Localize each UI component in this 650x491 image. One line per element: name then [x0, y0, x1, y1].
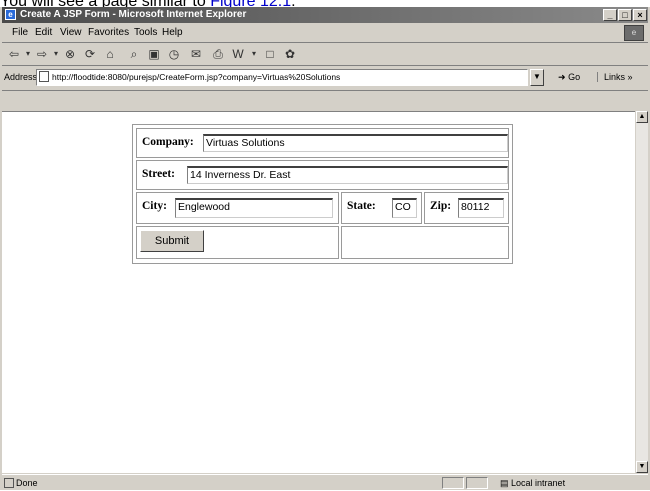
address-input[interactable]: http://floodtide:8080/purejsp/CreateForm… [36, 69, 528, 86]
edit-dropdown-icon[interactable]: ▾ [250, 46, 258, 62]
go-label: Go [568, 72, 581, 82]
home-icon[interactable]: ⌂ [102, 46, 118, 62]
menu-help[interactable]: Help [162, 24, 183, 42]
refresh-icon[interactable]: ⟳ [82, 46, 98, 62]
empty-cell [341, 226, 509, 259]
stop-icon[interactable]: ⊗ [62, 46, 78, 62]
forward-dropdown-icon[interactable]: ▾ [52, 46, 60, 62]
maximize-button[interactable]: □ [618, 9, 632, 21]
zip-input[interactable]: 80112 [458, 198, 504, 218]
search-icon[interactable]: ⌕ [126, 46, 142, 62]
status-pane [442, 477, 464, 489]
window-title: Create A JSP Form - Microsoft Internet E… [20, 9, 247, 20]
city-label: City: [142, 200, 167, 212]
submit-cell: Submit [136, 226, 339, 259]
back-dropdown-icon[interactable]: ▾ [24, 46, 32, 62]
go-button[interactable]: ➜ Go [558, 72, 580, 83]
address-dropdown-icon[interactable]: ▼ [530, 69, 544, 86]
address-url: http://floodtide:8080/purejsp/CreateForm… [52, 72, 341, 82]
ie-throbber-icon: e [624, 25, 644, 41]
city-input[interactable]: Englewood [175, 198, 333, 218]
edit-icon[interactable]: W [230, 46, 246, 62]
vertical-scrollbar[interactable]: ▲ ▼ [636, 111, 648, 473]
menu-view[interactable]: View [60, 24, 82, 42]
city-cell: City: Englewood [136, 192, 339, 224]
go-arrow-icon: ➜ [558, 72, 566, 82]
state-cell: State: CO [341, 192, 422, 224]
zone-label: Local intranet [511, 478, 566, 488]
back-icon[interactable]: ⇦ [6, 46, 22, 62]
state-input[interactable]: CO [392, 198, 417, 218]
status-pane [466, 477, 488, 489]
ie-logo-icon: e [5, 9, 16, 20]
discuss-icon[interactable]: □ [262, 46, 278, 62]
history-icon[interactable]: ◷ [166, 46, 182, 62]
browser-window: e Create A JSP Form - Microsoft Internet… [0, 7, 650, 490]
scroll-up-icon[interactable]: ▲ [636, 111, 648, 123]
menu-file[interactable]: File [12, 24, 28, 42]
zone-indicator: ▤ Local intranet [500, 475, 565, 491]
scroll-down-icon[interactable]: ▼ [636, 461, 648, 473]
favorites-icon[interactable]: ▣ [146, 46, 162, 62]
company-label: Company: [142, 136, 194, 148]
title-bar: e Create A JSP Form - Microsoft Internet… [2, 7, 648, 23]
page-icon [39, 71, 49, 82]
form-table: Company: Virtuas Solutions Street: 14 In… [132, 124, 513, 264]
zip-label: Zip: [430, 200, 452, 212]
mail-icon[interactable]: ✉ [188, 46, 204, 62]
address-bar: Address http://floodtide:8080/purejsp/Cr… [2, 66, 648, 91]
messenger-icon[interactable]: ✿ [282, 46, 298, 62]
forward-icon[interactable]: ⇨ [34, 46, 50, 62]
standard-toolbar: ⇦ ▾ ⇨ ▾ ⊗ ⟳ ⌂ ⌕ ▣ ◷ ✉ ⎙ W ▾ □ ✿ [2, 43, 648, 66]
zip-cell: Zip: 80112 [424, 192, 509, 224]
menu-tools[interactable]: Tools [134, 24, 157, 42]
company-row: Company: Virtuas Solutions [136, 128, 509, 158]
state-label: State: [347, 200, 376, 212]
print-icon[interactable]: ⎙ [210, 46, 226, 62]
intranet-icon: ▤ [500, 478, 509, 488]
street-input[interactable]: 14 Inverness Dr. East [187, 166, 508, 184]
minimize-button[interactable]: _ [603, 9, 617, 21]
page-done-icon [4, 478, 14, 488]
close-button[interactable]: × [633, 9, 647, 21]
status-bar: Done ▤ Local intranet [2, 474, 648, 491]
menu-edit[interactable]: Edit [35, 24, 52, 42]
menu-bar: File Edit View Favorites Tools Help e [2, 24, 648, 43]
status-text: Done [16, 478, 38, 488]
page-content: Company: Virtuas Solutions Street: 14 In… [2, 111, 635, 473]
street-row: Street: 14 Inverness Dr. East [136, 160, 509, 190]
company-input[interactable]: Virtuas Solutions [203, 134, 508, 152]
menu-favorites[interactable]: Favorites [88, 24, 129, 42]
address-label: Address [4, 72, 38, 82]
submit-button[interactable]: Submit [140, 230, 204, 252]
street-label: Street: [142, 168, 175, 180]
links-button[interactable]: Links » [597, 72, 633, 82]
